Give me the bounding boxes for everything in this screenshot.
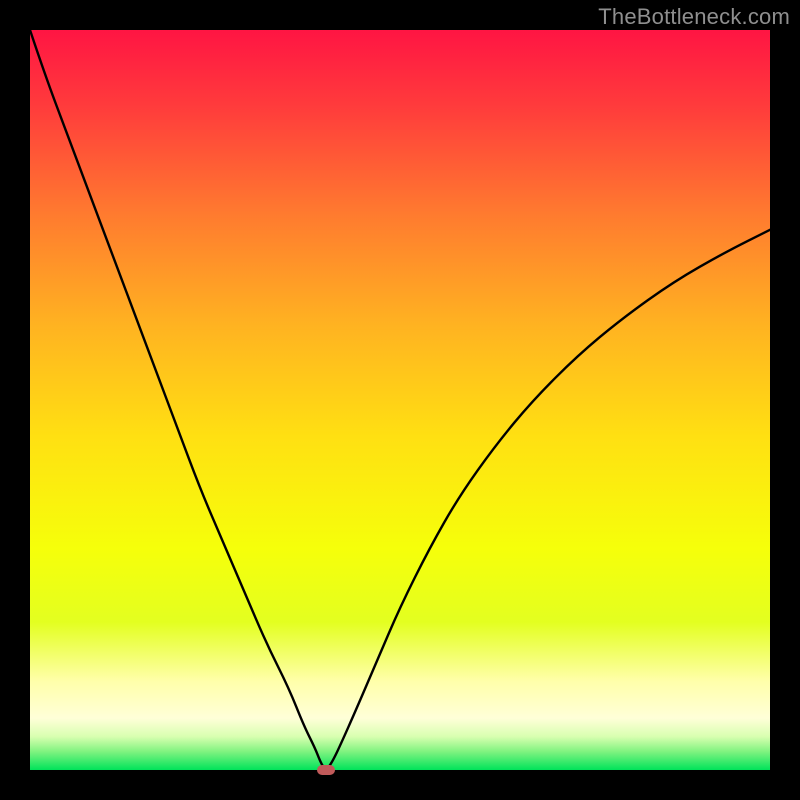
plot-area	[30, 30, 770, 770]
chart-stage: TheBottleneck.com	[0, 0, 800, 800]
watermark-text: TheBottleneck.com	[598, 4, 790, 30]
optimal-point-marker	[317, 765, 335, 775]
bottleneck-curve	[30, 30, 770, 770]
